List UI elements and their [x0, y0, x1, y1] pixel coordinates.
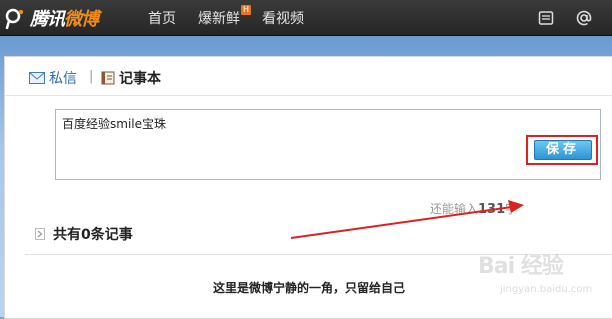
- divider: [25, 254, 612, 255]
- tab-private-messages-label: 私信: [49, 71, 77, 87]
- messages-list-icon[interactable]: [536, 8, 556, 28]
- top-navigation-bar: 腾讯微博 首页 爆新鲜 H 看视频: [0, 0, 612, 36]
- tab-notebook[interactable]: 记事本: [101, 68, 161, 88]
- char-counter-prefix: 还能输入: [430, 202, 479, 216]
- nav-hot[interactable]: 爆新鲜 H: [198, 4, 251, 28]
- tab-private-messages[interactable]: 私信: [29, 68, 77, 88]
- char-counter-value: 131: [478, 202, 506, 217]
- notes-count-row: 共有0条记事: [35, 224, 133, 244]
- main-nav: 首页 爆新鲜 H 看视频: [148, 0, 326, 35]
- weibo-logo-icon: [4, 7, 26, 30]
- char-counter: 还能输入131字: [430, 200, 517, 217]
- save-button[interactable]: 保存: [534, 140, 592, 160]
- notes-count-label: 共有0条记事: [53, 227, 133, 243]
- nav-video[interactable]: 看视频: [262, 8, 304, 28]
- notebook-icon: [101, 71, 115, 85]
- tencent-weibo-logo[interactable]: 腾讯微博: [4, 6, 99, 30]
- note-textarea[interactable]: 百度经验smile宝珠: [55, 109, 601, 180]
- logo-text: 腾讯微博: [30, 9, 99, 30]
- char-counter-suffix: 字: [505, 202, 518, 216]
- mention-at-icon[interactable]: [574, 8, 594, 28]
- nav-home[interactable]: 首页: [148, 8, 176, 28]
- tab-separator: |: [89, 69, 94, 84]
- notebook-panel: 私信 | 记事本 百度经验smile宝珠 还能输入131字 共有0条记事 这里是…: [4, 56, 612, 319]
- expand-icon[interactable]: [35, 228, 45, 240]
- envelope-icon: [29, 72, 45, 84]
- tab-notebook-label: 记事本: [119, 71, 161, 87]
- hot-badge: H: [240, 4, 251, 15]
- empty-state-message: 这里是微博宁静的一角，只留给自己: [212, 281, 405, 295]
- nav-hot-label: 爆新鲜: [198, 10, 240, 27]
- panel-header: 私信 | 记事本: [5, 57, 612, 96]
